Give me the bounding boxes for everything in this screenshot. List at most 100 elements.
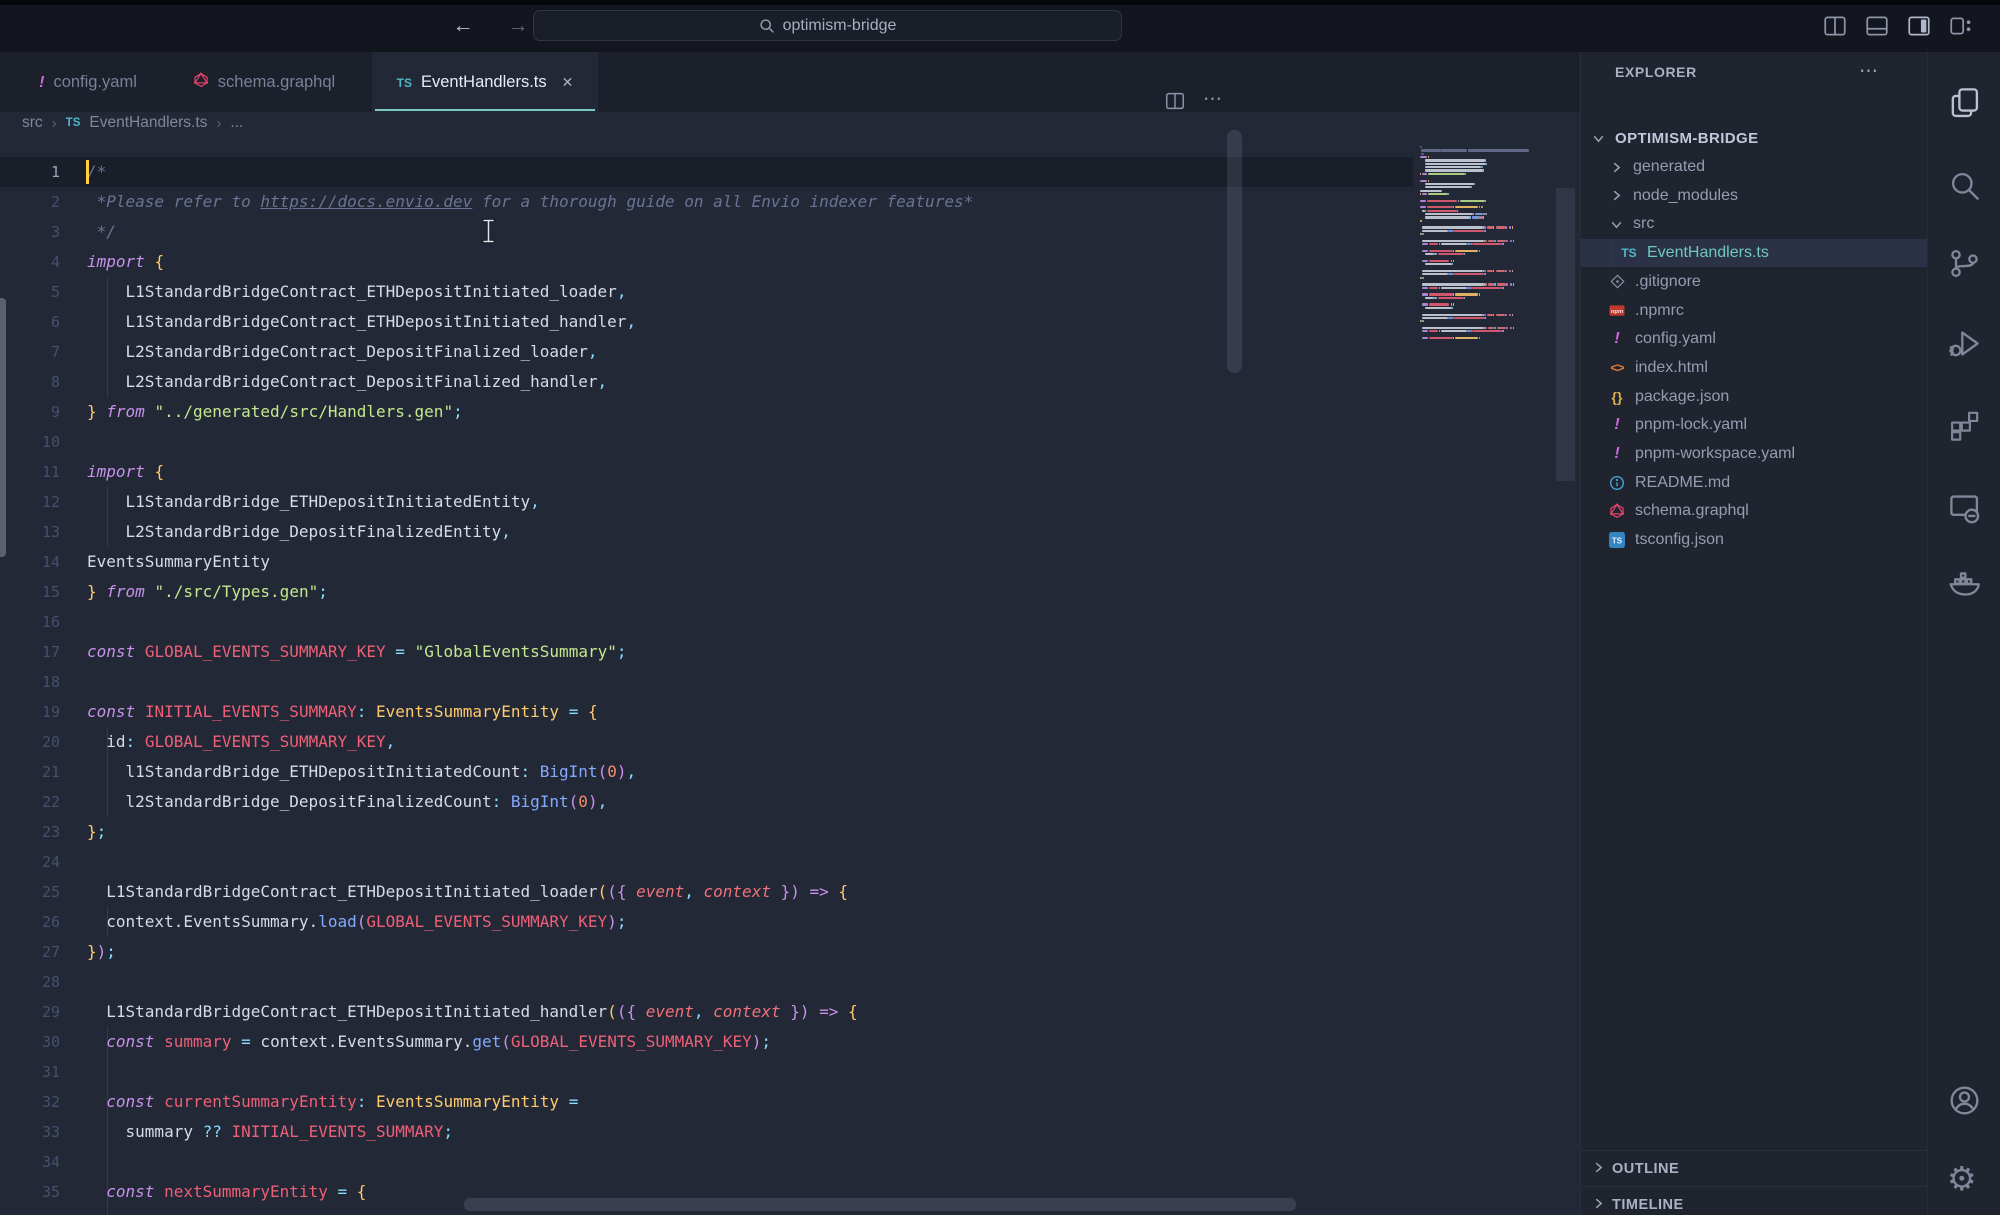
breadcrumb-file[interactable]: EventHandlers.ts [89, 114, 207, 132]
tab-schema.graphql[interactable]: schema.graphql [176, 52, 352, 112]
code-text: L1StandardBridgeContract_ETHDepositIniti… [87, 877, 848, 907]
search-icon[interactable] [1947, 168, 1982, 203]
close-tab-icon[interactable]: ✕ [562, 74, 574, 91]
explorer-item-README.md[interactable]: README.md [1581, 468, 1927, 497]
left-edge-strip [0, 298, 6, 557]
more-actions-icon[interactable]: ⋯ [1198, 88, 1228, 114]
section-timeline[interactable]: TIMELINE [1581, 1186, 1927, 1215]
nav-back-icon[interactable]: ← [448, 11, 478, 41]
yaml-excl-icon: ! [1607, 330, 1627, 348]
code-line-13: 13 L2StandardBridge_DepositFinalizedEnti… [0, 517, 1420, 547]
split-editor-icon[interactable] [1822, 13, 1848, 39]
tab-config.yaml[interactable]: !config.yaml [8, 52, 168, 112]
code-text: EventsSummaryEntity [87, 547, 270, 577]
line-number: 34 [0, 1147, 60, 1177]
split-editor-icon[interactable] [1160, 88, 1190, 114]
yaml-excl-icon: ! [1607, 416, 1627, 434]
explorer-item-pnpm-workspace.yaml[interactable]: !pnpm-workspace.yaml [1581, 440, 1927, 469]
explorer-item-index.html[interactable]: <>index.html [1581, 354, 1927, 383]
line-number: 24 [0, 847, 60, 877]
section-label: OUTLINE [1612, 1161, 1679, 1177]
file-label: tsconfig.json [1635, 531, 1724, 549]
horizontal-scrollbar[interactable] [464, 1198, 1296, 1211]
minimap[interactable] [1420, 146, 1534, 506]
code-editor[interactable]: 1/*2 *Please refer to https://docs.envio… [0, 132, 1580, 1215]
line-number: 30 [0, 1027, 60, 1057]
code-text: l2StandardBridge_DepositFinalizedCount: … [87, 787, 607, 817]
extensions-icon[interactable] [1947, 408, 1982, 443]
source-control-icon[interactable] [1947, 246, 1982, 281]
tab-label: EventHandlers.ts [421, 73, 547, 92]
more-actions-icon[interactable]: ⋯ [1859, 60, 1879, 83]
code-text: ...currentSummaryEntity, [87, 1207, 357, 1215]
yaml-excl-icon: ! [1607, 445, 1627, 463]
code-text: } from "./src/Types.gen"; [87, 577, 328, 607]
line-number: 2 [0, 187, 60, 217]
code-line-20: 20 id: GLOBAL_EVENTS_SUMMARY_KEY, [0, 727, 1420, 757]
run-debug-icon[interactable] [1947, 326, 1982, 361]
line-number: 5 [0, 277, 60, 307]
toggle-secondary-sidebar-icon[interactable] [1906, 13, 1932, 39]
line-number: 13 [0, 517, 60, 547]
line-number: 20 [0, 727, 60, 757]
line-number: 4 [0, 247, 60, 277]
editor-scrollbar[interactable] [1227, 130, 1242, 373]
toggle-panel-icon[interactable] [1864, 13, 1890, 39]
code-text: summary ?? INITIAL_EVENTS_SUMMARY; [87, 1117, 453, 1147]
code-text: import { [87, 457, 164, 487]
account-icon[interactable] [1947, 1083, 1982, 1118]
code-line-27: 27}); [0, 937, 1420, 967]
window-top-edge [0, 0, 2000, 5]
file-label: README.md [1635, 474, 1730, 492]
vscode-window: ← → optimism-bridge !config.yaml schema.g… [0, 0, 2000, 1215]
docker-icon[interactable] [1947, 565, 1982, 600]
explorer-item-.gitignore[interactable]: .gitignore [1581, 268, 1927, 297]
explorer-item-.npmrc[interactable]: npm.npmrc [1581, 296, 1927, 325]
tab-label: schema.graphql [218, 73, 335, 92]
line-number: 23 [0, 817, 60, 847]
line-number: 18 [0, 667, 60, 697]
explorer-item-schema.graphql[interactable]: schema.graphql [1581, 497, 1927, 526]
code-text: }); [87, 937, 116, 967]
code-line-24: 24 [0, 847, 1420, 877]
command-center-search[interactable]: optimism-bridge [533, 10, 1122, 41]
file-label: package.json [1635, 388, 1729, 406]
code-text: L2StandardBridgeContract_DepositFinalize… [87, 337, 598, 367]
explorer-item-pnpm-lock.yaml[interactable]: !pnpm-lock.yaml [1581, 411, 1927, 440]
customize-layout-icon[interactable] [1948, 13, 1974, 39]
nav-forward-icon[interactable]: → [503, 11, 533, 41]
line-number: 19 [0, 697, 60, 727]
remote-explorer-icon[interactable] [1947, 490, 1982, 525]
explorer-item-tsconfig.json[interactable]: TS tsconfig.json [1581, 526, 1927, 555]
explorer-item-OPTIMISM-BRIDGE[interactable]: OPTIMISM-BRIDGE [1581, 124, 1927, 153]
code-line-16: 16 [0, 607, 1420, 637]
line-number: 6 [0, 307, 60, 337]
code-line-1: 1/* [0, 157, 1420, 187]
code-line-25: 25 L1StandardBridgeContract_ETHDepositIn… [0, 877, 1420, 907]
explorer-title: EXPLORER [1615, 64, 1697, 80]
file-label: .npmrc [1635, 302, 1684, 320]
explorer-item-package.json[interactable]: {}package.json [1581, 382, 1927, 411]
tab-EventHandlers.ts[interactable]: TSEventHandlers.ts✕ [372, 52, 598, 112]
section-outline[interactable]: OUTLINE [1581, 1150, 1927, 1186]
breadcrumb-folder[interactable]: src [22, 114, 43, 132]
explorer-item-src[interactable]: src [1581, 210, 1927, 239]
explorer-item-generated[interactable]: generated [1581, 153, 1927, 182]
settings-icon[interactable]: ⚙ [1947, 1161, 1982, 1196]
line-number: 12 [0, 487, 60, 517]
breadcrumb-tail[interactable]: ... [230, 114, 243, 132]
explorer-item-config.yaml[interactable]: !config.yaml [1581, 325, 1927, 354]
line-number: 15 [0, 577, 60, 607]
minimap-scrollbar[interactable] [1556, 188, 1575, 481]
line-number: 16 [0, 607, 60, 637]
files-icon[interactable] [1947, 85, 1982, 120]
code-text: }; [87, 817, 106, 847]
file-label: EventHandlers.ts [1647, 244, 1769, 262]
search-value: optimism-bridge [783, 17, 897, 35]
code-line-22: 22 l2StandardBridge_DepositFinalizedCoun… [0, 787, 1420, 817]
code-line-30: 30 const summary = context.EventsSummary… [0, 1027, 1420, 1057]
tree-indent-guide [1612, 239, 1613, 268]
svg-text:TS: TS [1612, 537, 1623, 546]
explorer-item-EventHandlers.ts[interactable]: TSEventHandlers.ts [1581, 239, 1927, 268]
explorer-item-node_modules[interactable]: node_modules [1581, 181, 1927, 210]
